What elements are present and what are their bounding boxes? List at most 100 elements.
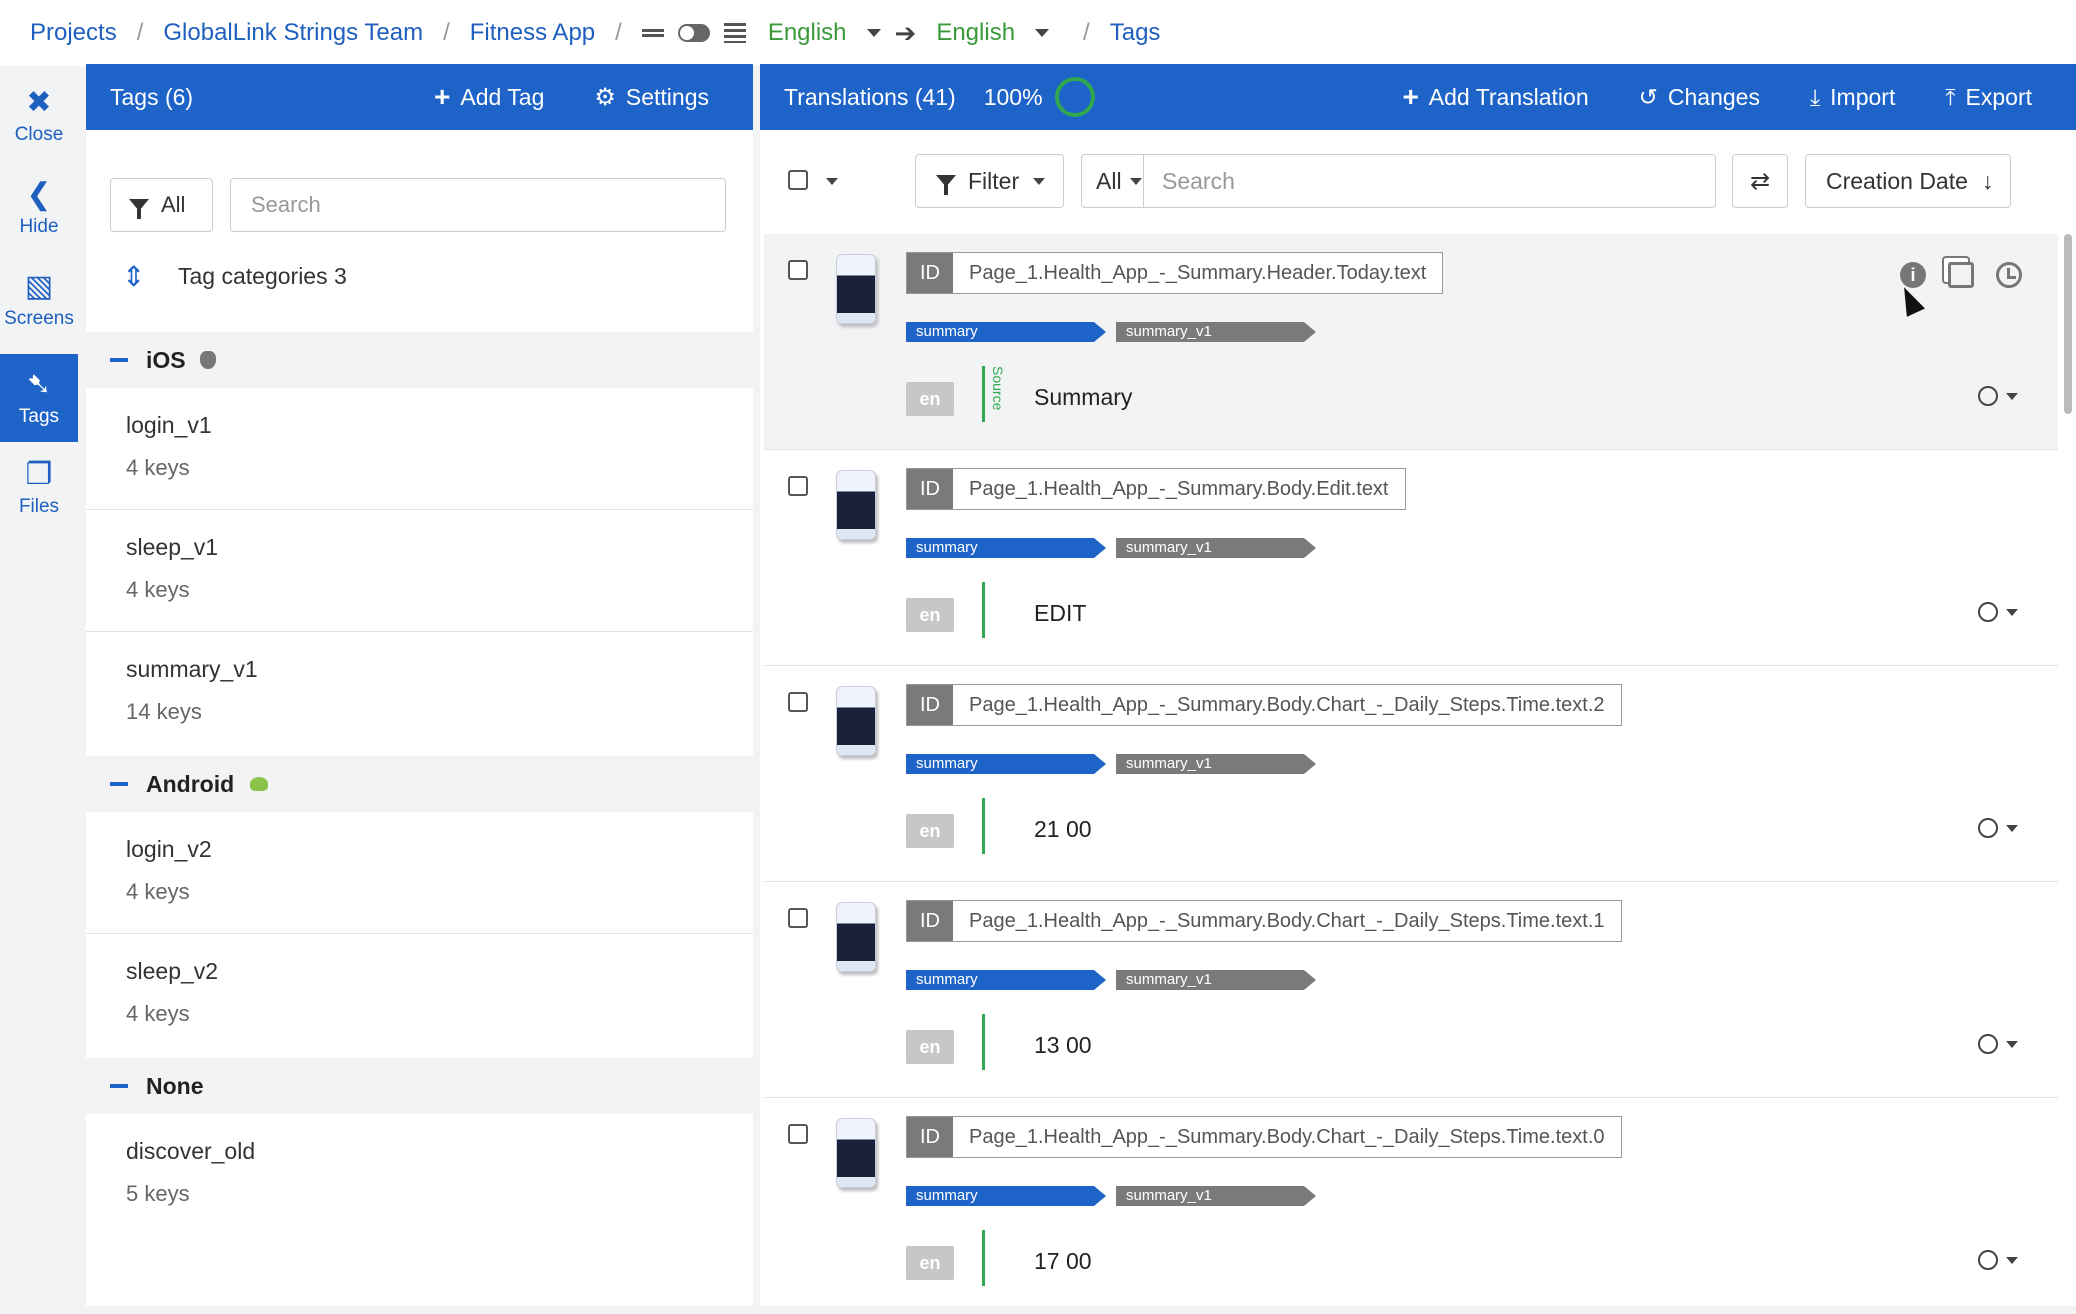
row-checkbox[interactable] [788, 476, 808, 496]
translations-search-input[interactable] [1143, 154, 1716, 208]
tag-chip[interactable]: summary_v1 [1116, 322, 1316, 342]
tag-item-sleep-v1[interactable]: sleep_v1 4 keys [86, 510, 753, 632]
row-checkbox[interactable] [788, 260, 808, 280]
tag-item-sleep-v2[interactable]: sleep_v2 4 keys [86, 934, 753, 1056]
tag-chip[interactable]: summary [906, 538, 1106, 558]
toggle-icon[interactable] [677, 24, 710, 42]
target-language-select[interactable]: English [936, 19, 1015, 47]
tag-item-login-v2[interactable]: login_v2 4 keys [86, 812, 753, 934]
key-name: Page_1.Health_App_-_Summary.Body.Chart_-… [953, 685, 1621, 725]
translation-value[interactable]: Summary [1034, 384, 1132, 411]
status-ring-icon [1978, 1250, 1998, 1270]
status-ring-icon [1978, 386, 1998, 406]
translation-value[interactable]: EDIT [1034, 600, 1086, 627]
scrollbar[interactable] [2064, 234, 2072, 414]
minus-icon[interactable] [110, 782, 128, 786]
screen-thumbnail[interactable] [836, 902, 876, 972]
tag-chip[interactable]: summary_v1 [1116, 754, 1316, 774]
translation-row[interactable]: ID Page_1.Health_App_-_Summary.Header.To… [764, 234, 2058, 450]
equals-icon[interactable] [641, 29, 664, 37]
scope-select[interactable]: All [1081, 154, 1144, 208]
nav-hide[interactable]: ❮ Hide [0, 164, 78, 252]
row-checkbox[interactable] [788, 692, 808, 712]
swap-button[interactable]: ⇄ [1732, 154, 1788, 208]
tag-item-summary-v1[interactable]: summary_v1 14 keys [86, 632, 753, 754]
tag-chip[interactable]: summary_v1 [1116, 970, 1316, 990]
status-dropdown[interactable] [1978, 602, 2018, 622]
breadcrumb-separator: / [1083, 19, 1090, 46]
add-translation-button[interactable]: + Add Translation [1402, 81, 1588, 113]
screen-thumbnail[interactable] [836, 470, 876, 540]
category-header-android[interactable]: Android [86, 756, 753, 812]
tag-chip[interactable]: summary [906, 754, 1106, 774]
minus-icon[interactable] [110, 358, 128, 362]
filter-button[interactable]: Filter [915, 154, 1064, 208]
breadcrumb-app[interactable]: Fitness App [470, 19, 595, 47]
tag-item-discover-old[interactable]: discover_old 5 keys [86, 1114, 753, 1236]
key-id[interactable]: ID Page_1.Health_App_-_Summary.Header.To… [906, 252, 1444, 294]
select-all-checkbox[interactable] [788, 170, 808, 190]
breadcrumb-team[interactable]: GlobalLink Strings Team [163, 19, 423, 47]
chevron-down-icon[interactable] [826, 178, 838, 185]
copy-icon[interactable] [1948, 262, 1974, 288]
screen-thumbnail[interactable] [836, 686, 876, 756]
key-id[interactable]: ID Page_1.Health_App_-_Summary.Body.Char… [906, 684, 1622, 726]
list-icon[interactable] [723, 23, 746, 43]
language-badge: en [906, 814, 954, 848]
settings-label: Settings [625, 83, 709, 110]
nav-tags[interactable]: ➷ Tags [0, 354, 78, 442]
row-checkbox[interactable] [788, 908, 808, 928]
id-label: ID [907, 901, 953, 941]
status-dropdown[interactable] [1978, 818, 2018, 838]
status-dropdown[interactable] [1978, 1250, 2018, 1270]
chevron-down-icon [2006, 392, 2018, 400]
nav-files[interactable]: ❐ Files [0, 444, 78, 532]
tag-chip[interactable]: summary [906, 322, 1106, 342]
history-icon[interactable] [1996, 262, 2022, 288]
breadcrumb-projects[interactable]: Projects [30, 19, 117, 47]
tag-chip[interactable]: summary [906, 970, 1106, 990]
tag-item-login-v1[interactable]: login_v1 4 keys [86, 388, 753, 510]
import-button[interactable]: ⤓ Import [1810, 84, 1895, 111]
status-dropdown[interactable] [1978, 1034, 2018, 1054]
screen-thumbnail[interactable] [836, 254, 876, 324]
tag-chip[interactable]: summary_v1 [1116, 1186, 1316, 1206]
android-icon [250, 777, 269, 791]
history-icon: ↺ [1638, 83, 1658, 110]
translation-value[interactable]: 13 00 [1034, 1032, 1092, 1059]
translation-row[interactable]: ID Page_1.Health_App_-_Summary.Body.Char… [764, 666, 2058, 882]
compress-icon: ⇕ [122, 261, 146, 292]
tags-filter-button[interactable]: All [110, 178, 213, 232]
translation-value[interactable]: 17 00 [1034, 1248, 1092, 1275]
tag-chip[interactable]: summary [906, 1186, 1106, 1206]
screen-thumbnail[interactable] [836, 1118, 876, 1188]
source-marker [982, 1230, 985, 1286]
translation-row[interactable]: ID Page_1.Health_App_-_Summary.Body.Char… [764, 882, 2058, 1098]
minus-icon[interactable] [110, 1084, 128, 1088]
nav-close[interactable]: ✖ Close [0, 72, 78, 160]
key-id[interactable]: ID Page_1.Health_App_-_Summary.Body.Char… [906, 1116, 1622, 1158]
source-language-select[interactable]: English [768, 19, 847, 47]
export-button[interactable]: ⤒ Export [1945, 84, 2032, 111]
status-dropdown[interactable] [1978, 386, 2018, 406]
tag-name: summary_v1 [126, 656, 258, 682]
category-header-ios[interactable]: iOS [86, 332, 753, 388]
translation-row[interactable]: ID Page_1.Health_App_-_Summary.Body.Char… [764, 1098, 2058, 1314]
key-id[interactable]: ID Page_1.Health_App_-_Summary.Body.Edit… [906, 468, 1406, 510]
add-tag-button[interactable]: + Add Tag [434, 81, 544, 113]
tags-search-input[interactable] [230, 178, 726, 232]
tag-chip[interactable]: summary_v1 [1116, 538, 1316, 558]
changes-button[interactable]: ↺ Changes [1639, 84, 1760, 111]
translations-panel-header: Translations (41) 100% + Add Translation… [760, 64, 2076, 130]
row-checkbox[interactable] [788, 1124, 808, 1144]
key-id[interactable]: ID Page_1.Health_App_-_Summary.Body.Char… [906, 900, 1622, 942]
chevron-down-icon[interactable] [866, 29, 881, 37]
translation-value[interactable]: 21 00 [1034, 816, 1092, 843]
category-header-none[interactable]: None [86, 1058, 753, 1114]
nav-screens[interactable]: ▧ Screens [0, 256, 78, 344]
settings-button[interactable]: ⚙ Settings [594, 83, 709, 112]
tag-categories[interactable]: ⇕ Tag categories 3 [122, 260, 347, 293]
translation-row[interactable]: ID Page_1.Health_App_-_Summary.Body.Edit… [764, 450, 2058, 666]
sort-button[interactable]: Creation Date ↓ [1805, 154, 2011, 208]
chevron-down-icon[interactable] [1035, 29, 1050, 37]
